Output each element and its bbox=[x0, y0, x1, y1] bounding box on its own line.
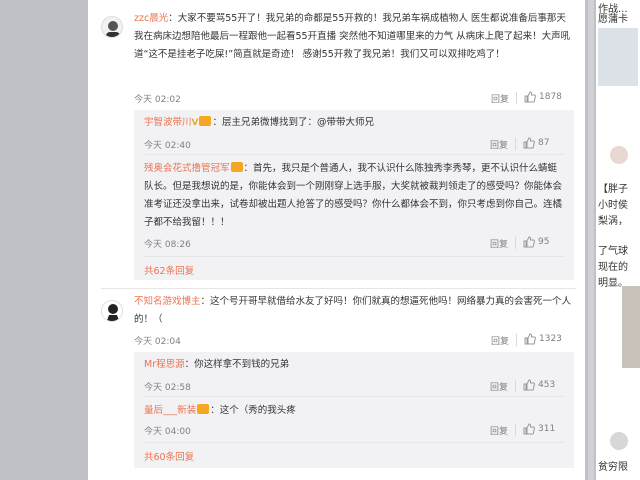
like-count: 95 bbox=[538, 237, 550, 247]
more-replies-link[interactable]: 共62条回复 bbox=[144, 263, 194, 277]
right-sidebar: 作战... 愿蒲卡 【胖子 小时侯 梨涡， 了气球 现在的 明显。 贫穷限 bbox=[596, 0, 640, 480]
reply-list: 宇智波带川V ：层主兄弟微博找到了：@带带大师兄 今天 02:40 回复 87 残… bbox=[134, 110, 574, 280]
like-count: 311 bbox=[538, 424, 556, 434]
divider bbox=[515, 380, 516, 392]
divider bbox=[144, 154, 564, 155]
thumbs-up-icon bbox=[523, 379, 535, 391]
like-count: 87 bbox=[538, 138, 550, 148]
like-count: 1878 bbox=[539, 92, 562, 102]
divider bbox=[515, 138, 516, 150]
comment-panel: zzc晨光：大家不要骂55开了！我兄弟的命都是55开救的！我兄弟车祸成植物人 医… bbox=[88, 0, 585, 480]
like-button[interactable]: 311 bbox=[523, 423, 555, 435]
thumbs-up-icon bbox=[524, 333, 536, 345]
reply-text: 宇智波带川V ：层主兄弟微博找到了：@带带大师兄 bbox=[144, 114, 564, 132]
comment-username[interactable]: 不知名游戏博主 bbox=[134, 296, 201, 307]
comment-divider bbox=[101, 288, 576, 289]
reply-username[interactable]: 残奥会花式撸管冠军 bbox=[144, 163, 230, 174]
reply-button[interactable]: 回复 bbox=[490, 424, 508, 437]
sidebar-text[interactable]: 贫穷限 bbox=[598, 458, 628, 473]
scrollbar[interactable] bbox=[588, 0, 594, 480]
like-button[interactable]: 1878 bbox=[524, 91, 562, 103]
thumbs-up-icon bbox=[523, 137, 535, 149]
like-count: 453 bbox=[538, 380, 556, 390]
reply-text: Mr程思源：你这样拿不到钱的兄弟 bbox=[144, 359, 290, 370]
comment-time: 今天 02:04 bbox=[134, 337, 181, 347]
comment-text: zzc晨光：大家不要骂55开了！我兄弟的命都是55开救的！我兄弟车祸成植物人 医… bbox=[134, 13, 571, 60]
divider bbox=[515, 424, 516, 436]
sidebar-text: 现在的 bbox=[598, 262, 628, 273]
thumbnail-image[interactable] bbox=[598, 28, 638, 86]
divider bbox=[515, 237, 516, 249]
like-button[interactable]: 87 bbox=[523, 137, 549, 149]
reply-button[interactable]: 回复 bbox=[490, 237, 508, 250]
like-button[interactable]: 453 bbox=[523, 379, 555, 391]
reply-time: 今天 08:26 bbox=[144, 240, 191, 250]
reply-button[interactable]: 回复 bbox=[490, 380, 508, 393]
reply-button[interactable]: 回复 bbox=[491, 334, 509, 347]
like-button[interactable]: 95 bbox=[523, 236, 549, 248]
reply-time: 今天 04:00 bbox=[144, 427, 191, 437]
comment-time: 今天 02:02 bbox=[134, 95, 181, 105]
reply-username[interactable]: Mr程思源 bbox=[144, 359, 185, 370]
avatar[interactable] bbox=[610, 146, 628, 164]
like-button[interactable]: 1323 bbox=[524, 333, 562, 345]
avatar[interactable] bbox=[101, 16, 123, 38]
avatar[interactable] bbox=[610, 432, 628, 450]
thumbs-up-icon bbox=[523, 236, 535, 248]
reply-username[interactable]: 宇智波带川 bbox=[144, 117, 192, 128]
reply-text: 残奥会花式撸管冠军 ：首先，我只是个普通人，我不认识什么陈独秀李秀琴，更不认识什么… bbox=[144, 162, 563, 228]
reply-list: Mr程思源：你这样拿不到钱的兄弟 今天 02:58 回复 453 量后___新装… bbox=[134, 352, 574, 468]
divider bbox=[144, 256, 564, 257]
member-badge-icon bbox=[197, 404, 210, 414]
more-replies-link[interactable]: 共60条回复 bbox=[144, 449, 194, 463]
reply-button[interactable]: 回复 bbox=[491, 92, 509, 105]
divider bbox=[516, 334, 517, 346]
comment-text: 不知名游戏博主：这个号开哥早就借给水友了好吗！你们就真的想逼死他吗！网络暴力真的… bbox=[134, 296, 572, 325]
member-badge-icon bbox=[199, 116, 212, 126]
sidebar-text: 了气球 bbox=[598, 246, 628, 257]
reply-time: 今天 02:40 bbox=[144, 141, 191, 151]
reply-button[interactable]: 回复 bbox=[490, 138, 508, 151]
sidebar-text: 小时侯 bbox=[598, 200, 628, 211]
sidebar-text[interactable]: 愿蒲卡 bbox=[598, 10, 628, 25]
thumbnail-image[interactable] bbox=[622, 286, 640, 368]
reply-text: 量后___新装 ：这个（秀的我头疼 bbox=[144, 404, 296, 416]
divider bbox=[516, 92, 517, 104]
divider bbox=[144, 396, 564, 397]
divider bbox=[144, 442, 564, 443]
reply-username[interactable]: 量后___新装 bbox=[144, 405, 196, 416]
avatar[interactable] bbox=[101, 300, 123, 322]
sidebar-text[interactable]: 【胖子 bbox=[598, 180, 628, 195]
like-count: 1323 bbox=[539, 334, 562, 344]
member-badge-icon bbox=[230, 162, 243, 172]
reply-time: 今天 02:58 bbox=[144, 383, 191, 393]
verified-icon: V bbox=[191, 118, 199, 128]
thumbs-up-icon bbox=[523, 423, 535, 435]
sidebar-text: 梨涡， bbox=[598, 216, 628, 227]
thumbs-up-icon bbox=[524, 91, 536, 103]
comment-username[interactable]: zzc晨光 bbox=[134, 13, 168, 24]
